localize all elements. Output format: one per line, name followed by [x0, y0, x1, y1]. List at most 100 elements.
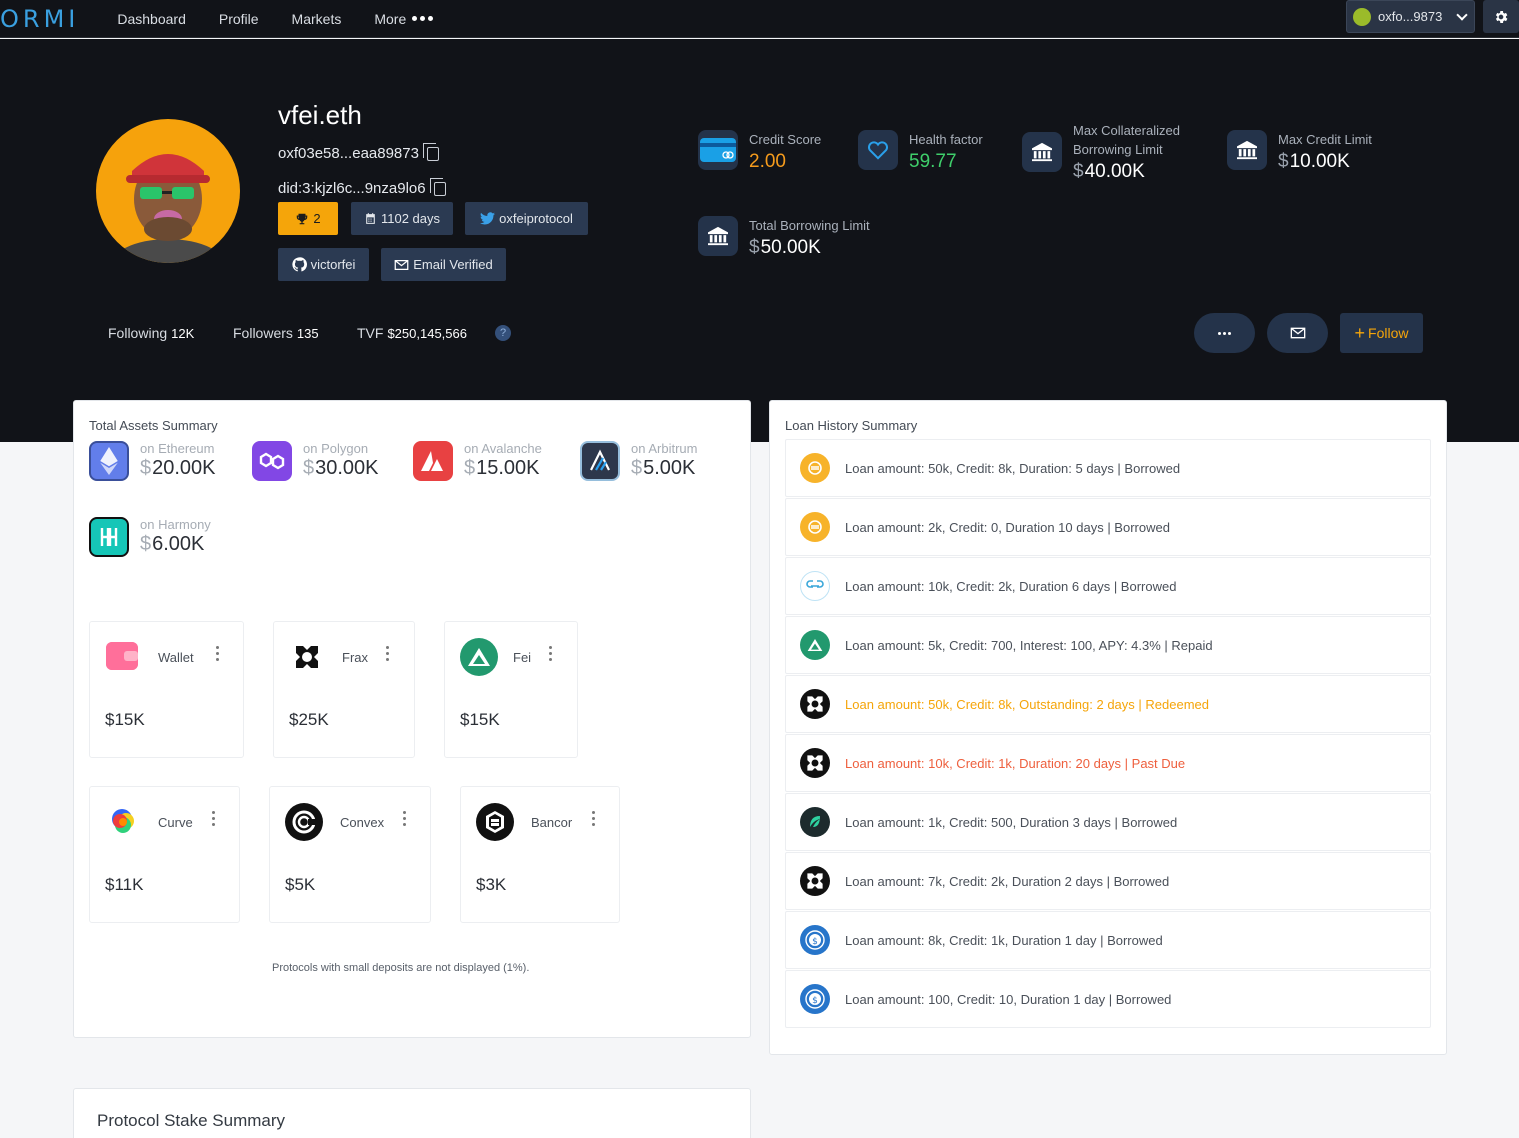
kebab-menu-icon[interactable] [216, 646, 219, 661]
copy-icon[interactable] [422, 142, 439, 161]
health-factor-value: 59.77 [909, 151, 957, 172]
chain-ethereum[interactable]: on Ethereum $20.00K [89, 441, 216, 481]
twitter-handle: oxfeiprotocol [499, 211, 573, 226]
kebab-menu-icon[interactable] [386, 646, 389, 661]
github-handle: victorfei [310, 257, 356, 272]
loan-row[interactable]: Loan amount: 1k, Credit: 500, Duration 3… [785, 793, 1431, 851]
bank-icon [698, 216, 738, 256]
ape-avatar-illustration [109, 154, 227, 263]
did-row: did:3:kjzl6c...9nza9lo6 [278, 177, 446, 197]
plus-icon: + [1354, 323, 1366, 343]
chain-arbitrum[interactable]: on Arbitrum $5.00K [580, 441, 697, 481]
top-nav: ORMI Dashboard Profile Markets More [0, 0, 1519, 38]
bank-icon [1022, 132, 1062, 172]
chain-harmony[interactable]: on Harmony $6.00K [89, 517, 211, 557]
credit-score-value: 2.00 [749, 151, 786, 172]
dollar-sign: $ [631, 457, 643, 479]
dollar-sign: $ [464, 457, 476, 479]
frax-icon [290, 640, 324, 674]
nav-dashboard[interactable]: Dashboard [117, 11, 186, 27]
coin-icon [800, 512, 830, 542]
fei-icon [800, 630, 830, 660]
loan-history-card: Loan History Summary Loan amount: 50k, C… [769, 400, 1447, 1055]
followers-stat[interactable]: Followers 135 [233, 325, 319, 341]
protocol-bancor[interactable]: Bancor $3K [460, 786, 620, 923]
loan-row[interactable]: Loan amount: 10k, Credit: 1k, Duration: … [785, 734, 1431, 792]
tvf-value: $250,145,566 [387, 326, 467, 341]
loan-row[interactable]: Loan amount: 50k, Credit: 8k, Outstandin… [785, 675, 1431, 733]
protocol-curve[interactable]: Curve $11K [89, 786, 240, 923]
coin-icon [800, 453, 830, 483]
followers-label: Followers [233, 325, 293, 341]
loan-row[interactable]: Loan amount: 7k, Credit: 2k, Duration 2 … [785, 852, 1431, 910]
protocol-stake-title: Protocol Stake Summary [97, 1111, 286, 1130]
gear-icon [1495, 10, 1508, 23]
chain-polygon[interactable]: on Polygon $30.00K [252, 441, 379, 481]
chain-avalanche[interactable]: on Avalanche $15.00K [413, 441, 542, 481]
github-icon [291, 257, 307, 272]
nav-more-label: More [374, 10, 407, 27]
protocol-wallet[interactable]: Wallet $15K [89, 621, 244, 758]
loan-row[interactable]: $ Loan amount: 8k, Credit: 1k, Duration … [785, 911, 1431, 969]
twitter-icon [480, 212, 496, 225]
protocol-value: $3K [476, 875, 507, 894]
credit-score-label: Credit Score [749, 132, 822, 147]
settings-button[interactable] [1483, 0, 1519, 33]
kebab-menu-icon[interactable] [592, 811, 595, 826]
trophy-chip[interactable]: 2 [278, 202, 338, 235]
kebab-menu-icon[interactable] [403, 811, 406, 826]
max-collateralized-value: 40.00K [1084, 161, 1145, 182]
dollar-sign: $ [140, 457, 152, 479]
twitter-chip[interactable]: oxfeiprotocol [465, 202, 588, 235]
nav-profile[interactable]: Profile [219, 11, 259, 27]
protocol-value: $5K [285, 875, 316, 894]
dollar-sign: $ [1073, 161, 1084, 182]
loan-row[interactable]: $ Loan amount: 100, Credit: 10, Duration… [785, 970, 1431, 1028]
github-chip[interactable]: victorfei [278, 248, 369, 281]
chain-value: 15.00K [476, 457, 540, 479]
usdc-icon: $ [800, 984, 830, 1014]
svg-text:$: $ [812, 937, 818, 947]
protocol-frax[interactable]: Frax $25K [273, 621, 415, 758]
nav-markets[interactable]: Markets [292, 11, 342, 27]
loan-row[interactable]: Loan amount: 10k, Credit: 2k, Duration 6… [785, 557, 1431, 615]
leaf-coin-icon [800, 807, 830, 837]
kebab-menu-icon[interactable] [549, 646, 552, 661]
ethereum-icon [89, 441, 129, 481]
loan-text: Loan amount: 50k, Credit: 8k, Outstandin… [845, 696, 1209, 712]
following-stat[interactable]: Following 12K [108, 325, 194, 341]
ormi-logo[interactable]: ORMI [0, 5, 79, 33]
profile-username: vfei.eth [278, 100, 362, 130]
loan-history-title: Loan History Summary [785, 418, 918, 433]
copy-icon[interactable] [429, 177, 446, 196]
frax-icon [800, 748, 830, 778]
stat-total-borrowing: Total Borrowing Limit $50.00K [698, 216, 870, 259]
stat-credit-score: Credit Score 2.00 [698, 130, 821, 173]
wallet-button[interactable]: oxfo...9873 [1346, 0, 1475, 33]
loan-text: Loan amount: 7k, Credit: 2k, Duration 2 … [845, 873, 1170, 889]
loan-row[interactable]: Loan amount: 5k, Credit: 700, Interest: … [785, 616, 1431, 674]
followers-count: 135 [296, 326, 319, 341]
kebab-menu-icon[interactable] [212, 811, 215, 826]
mail-icon [394, 259, 409, 270]
svg-text:$: $ [812, 996, 818, 1006]
more-options-button[interactable] [1194, 313, 1255, 353]
link-coin-icon [800, 571, 830, 601]
small-deposits-note: Protocols with small deposits are not di… [272, 962, 530, 974]
message-button[interactable] [1267, 313, 1328, 353]
days-chip[interactable]: 1102 days [351, 202, 453, 235]
frax-icon [800, 689, 830, 719]
avalanche-icon [413, 441, 453, 481]
protocol-fei[interactable]: Fei $15K [444, 621, 578, 758]
loan-row[interactable]: Loan amount: 50k, Credit: 8k, Duration: … [785, 439, 1431, 497]
help-icon[interactable]: ? [495, 325, 511, 341]
wallet-avatar [1353, 7, 1371, 26]
protocol-name: Convex [340, 815, 385, 830]
nav-more[interactable]: More [374, 10, 434, 27]
loan-text: Loan amount: 8k, Credit: 1k, Duration 1 … [845, 932, 1163, 948]
loan-row[interactable]: Loan amount: 2k, Credit: 0, Duration 10 … [785, 498, 1431, 556]
chain-label: on Ethereum [140, 441, 215, 456]
protocol-convex[interactable]: Convex $5K [269, 786, 431, 923]
follow-button[interactable]: + Follow [1340, 313, 1423, 353]
email-chip[interactable]: Email Verified [381, 248, 506, 281]
